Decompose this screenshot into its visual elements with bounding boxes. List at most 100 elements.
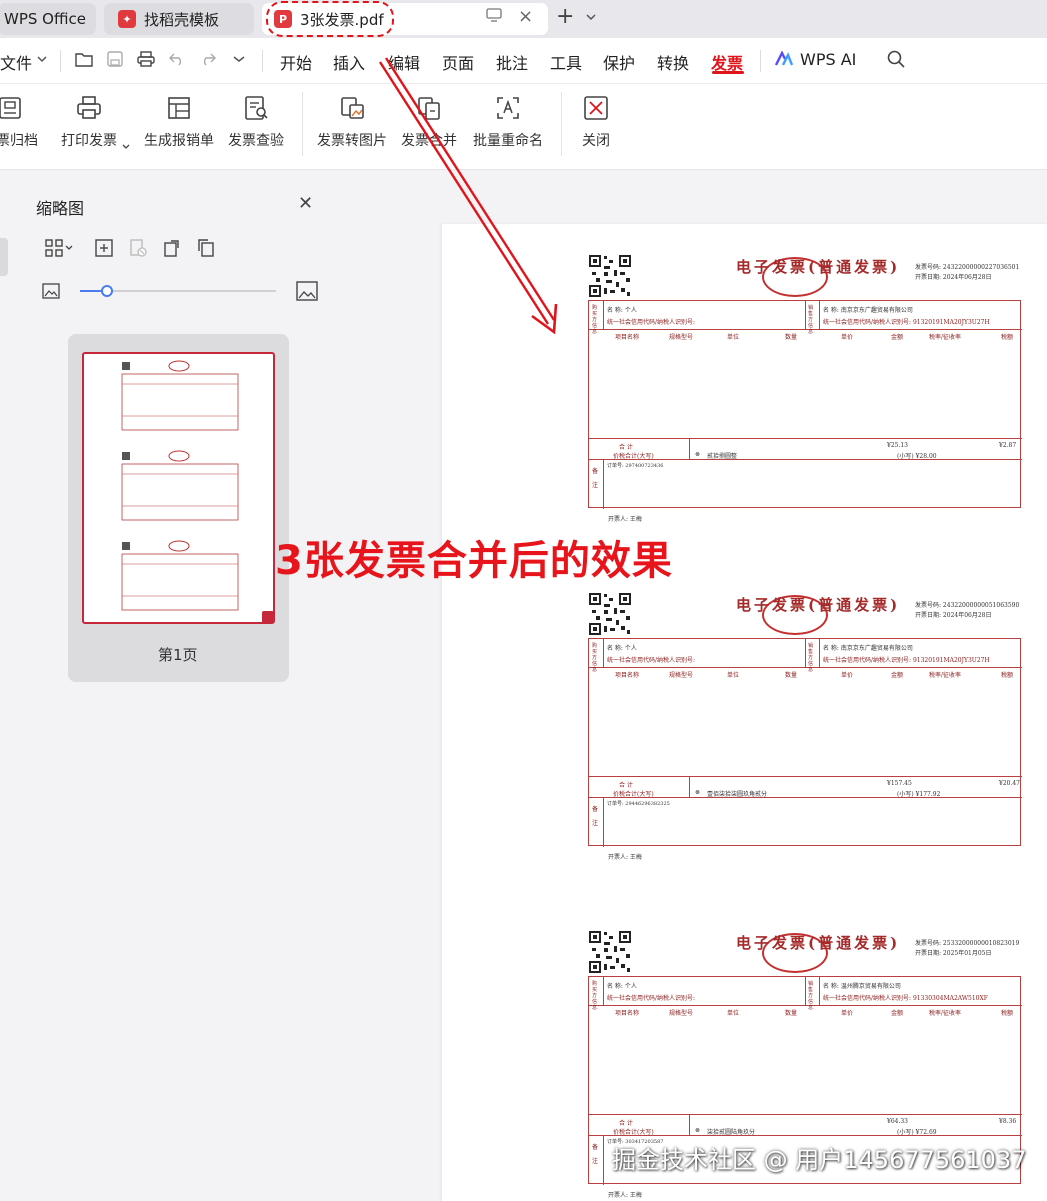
invoice-issuer: 开票人: 王梅 [608,516,642,523]
close-box-icon [582,94,610,122]
menu-insert[interactable]: 插入 [333,50,365,74]
redo-icon[interactable] [198,49,218,69]
total-label: 合 计 [619,782,633,789]
total-cn-label: 价税合计(大写) [613,791,654,798]
invoice-title: 电子发票(普通发票) [736,258,901,276]
menu-tools[interactable]: 工具 [550,50,582,74]
total-small: (小写) ¥177.92 [897,791,941,798]
zoom-out-image-icon[interactable] [42,283,60,303]
undo-icon[interactable] [167,49,187,69]
col-price: 单价 [841,334,854,341]
total-cn-label: 价税合计(大写) [613,1129,654,1136]
menu-page[interactable]: 页面 [442,50,474,74]
ribbon-label: 发票合并 [401,133,457,149]
pin-window-icon[interactable] [486,8,502,26]
total-tax: ¥20.47 [999,780,1020,787]
tab-wps-office[interactable]: WPS Office [0,3,96,35]
close-invoice-button[interactable]: 关闭 [582,94,610,150]
close-tab-icon[interactable]: × [518,6,533,27]
buyer-tax-label: 统一社会信用代码/纳税人识别号: [607,657,696,664]
col-item: 项目名称 [615,672,640,679]
zoom-slider-handle[interactable] [101,285,113,297]
menu-start[interactable]: 开始 [280,50,312,74]
new-tab-icon[interactable]: + [556,4,574,29]
invoice-verify-button[interactable]: 发票查验 [228,94,284,150]
printer-icon [75,94,103,122]
save-icon[interactable] [105,49,125,69]
chevron-down-icon[interactable] [32,49,52,69]
ribbon-label: 打印发票 [61,133,117,149]
col-price: 单价 [841,1010,854,1017]
col-qty: 数量 [785,334,798,341]
separator [60,50,61,72]
print-icon[interactable] [136,49,156,69]
total-in-words: 壹佰柒拾柒圆玖角贰分 [707,791,768,798]
col-price: 单价 [841,672,854,679]
circle-x-icon: ⊗ [695,451,701,458]
col-tax: 税额 [1001,1010,1014,1017]
col-qty: 数量 [785,672,798,679]
col-rate: 税率/征收率 [929,1010,962,1017]
tab-template[interactable]: ✦ 找稻壳模板 [104,3,254,35]
invoice-merge-button[interactable]: 发票合并 [401,94,457,150]
thumb-invoice [121,540,239,611]
menu-annotate[interactable]: 批注 [496,50,528,74]
delete-page-icon[interactable] [126,236,150,260]
form-table-icon [165,94,193,122]
seller-side-label: 销售方信息 [808,981,814,1011]
active-menu-indicator [712,71,744,74]
verify-search-icon [242,94,270,122]
rotate-page-icon[interactable] [160,236,184,260]
print-invoice-button[interactable]: 打印发票 [61,94,117,150]
open-folder-icon[interactable] [74,49,94,69]
separator [262,50,263,72]
invoice-archive-button[interactable]: 发票归档 [0,94,38,150]
sidebar-collapse-strip[interactable] [0,238,8,276]
batch-rename-button[interactable]: 批量重命名 [473,94,543,150]
add-page-icon[interactable] [92,236,116,260]
invoice-number: 发票号码: 24322000000051063590 [915,602,1020,609]
page-thumbnail[interactable] [82,352,275,624]
col-unit: 单位 [727,1010,740,1017]
separator [760,50,761,72]
more-chevron-icon[interactable] [229,49,249,69]
col-spec: 规格型号 [669,334,694,341]
search-icon[interactable] [886,49,906,69]
buyer-name: 名 称: 个人 [607,983,637,990]
seller-name: 名 称: 南京京东广趣贸易有限公司 [823,645,913,652]
col-amount: 金额 [891,334,904,341]
seller-tax-id: 统一社会信用代码/纳税人识别号: 91330304MA2AW510XF [823,995,988,1002]
remark-label: 备注 [592,806,599,827]
col-tax: 税额 [1001,334,1014,341]
tab-dropdown-icon[interactable] [586,10,596,24]
menu-protect[interactable]: 保护 [603,50,635,74]
remark-label: 备注 [592,1144,599,1165]
print-dropdown-icon[interactable] [122,135,130,154]
ribbon-separator [561,92,562,156]
menu-convert[interactable]: 转换 [657,50,689,74]
thumb-invoice [121,360,239,431]
ribbon-toolbar: 发票归档 打印发票 生成报销单 发票查验 发票转图片 发票合并 [0,84,1047,170]
close-icon[interactable]: ✕ [298,193,313,214]
thumbnail-preview [121,360,239,611]
generate-reimbursement-button[interactable]: 生成报销单 [144,94,214,150]
zoom-in-image-icon[interactable] [296,281,318,305]
invoice-number: 发票号码: 24322000000227036501 [915,264,1020,271]
extract-page-icon[interactable] [194,236,218,260]
image-convert-icon [338,94,366,122]
ribbon-label: 关闭 [582,133,610,149]
total-amount: ¥64.33 [887,1118,908,1125]
invoice-to-image-button[interactable]: 发票转图片 [317,94,387,150]
thumbnail-selected-marker [262,611,274,623]
menu-wps-ai[interactable]: WPS AI [800,50,856,69]
total-small: (小写) ¥72.69 [897,1129,937,1136]
invoice-date: 开票日期: 2024年06月28日 [915,274,992,281]
order-number: 订单号: 29446296382325 [607,801,670,807]
invoice-table: 购买方信息 销售方信息 名 称: 个人 统一社会信用代码/纳税人识别号: 名 称… [588,638,1022,847]
circle-x-icon: ⊗ [695,789,701,796]
menu-edit[interactable]: 编辑 [388,50,420,74]
menu-file[interactable]: 文件 [0,50,32,74]
invoice-table: 购买方信息 销售方信息 名 称: 个人 统一社会信用代码/纳税人识别号: 名 称… [588,300,1022,509]
view-dropdown-icon[interactable] [62,236,76,260]
col-tax: 税额 [1001,672,1014,679]
